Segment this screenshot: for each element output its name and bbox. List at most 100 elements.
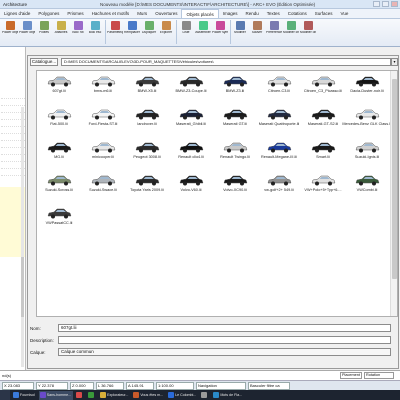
- vehicle-item[interactable]: Suzuki-Swace.lii: [81, 170, 125, 203]
- ribbon-button[interactable]: Assembler: [195, 19, 211, 45]
- command-prompt[interactable]: nd(s): [2, 373, 11, 378]
- ribbon-tab[interactable]: Murs: [133, 9, 151, 18]
- taskbar-item[interactable]: [200, 391, 210, 400]
- ribbon-button[interactable]: Liste: [178, 19, 194, 45]
- vehicle-item[interactable]: MG.lii: [37, 137, 81, 170]
- vehicle-item[interactable]: Maserati_Ghibli.lii: [169, 104, 213, 137]
- vehicle-grid-scrollbar[interactable]: [390, 71, 397, 316]
- vehicle-item[interactable]: minicooper.lii: [81, 137, 125, 170]
- catalog-path-field[interactable]: D:\MES DOCUMENTS\ARCALIB-EVO\3D-POUR_MAQ…: [61, 58, 391, 66]
- ribbon-button[interactable]: Dupliquer: [141, 19, 157, 45]
- name-field[interactable]: 607gt.lii: [58, 324, 391, 332]
- left-panel-scrollbar[interactable]: [21, 107, 24, 367]
- ribbon-tab[interactable]: Cotations: [284, 9, 311, 18]
- vehicle-item[interactable]: VWPassatCC.lii: [37, 203, 81, 236]
- vehicle-item[interactable]: landrover.lii: [125, 104, 169, 137]
- taskbar-item[interactable]: Sans-homme...: [38, 390, 74, 400]
- ribbon-tab[interactable]: Surfaces: [311, 9, 337, 18]
- ribbon-button-label: Dupliquer: [141, 31, 157, 34]
- close-icon[interactable]: [391, 1, 398, 7]
- vehicle-item[interactable]: bmw-m6.lii: [81, 71, 125, 104]
- vehicle-item[interactable]: Renault Twingo.lii: [213, 137, 257, 170]
- vehicle-item[interactable]: Suzuki-Scross.lii: [37, 170, 81, 203]
- ribbon-button[interactable]: Modifier objets 3d: [300, 19, 316, 45]
- vehicle-thumbnail-icon: [311, 142, 336, 153]
- vehicle-item[interactable]: Peugeot 3008.lii: [125, 137, 169, 170]
- layer-label: Calque:: [30, 350, 46, 355]
- ribbon-tab[interactable]: Images: [219, 9, 242, 18]
- vehicle-item[interactable]: Dacia-Duster-noir.lii: [345, 71, 389, 104]
- left-panel-row[interactable]: [1, 99, 25, 106]
- minimize-icon[interactable]: [373, 1, 380, 7]
- taskbar-item[interactable]: Le Colombi...: [167, 391, 198, 400]
- vehicle-item[interactable]: Suzuki-Ignis.lii: [345, 137, 389, 170]
- ribbon-button[interactable]: Placer objet 3d: [2, 19, 18, 45]
- placement-field[interactable]: Placement: [340, 372, 362, 379]
- ribbon-tab[interactable]: Vue: [337, 9, 353, 18]
- taskbar-item[interactable]: Fournisol: [12, 391, 37, 400]
- vehicle-item[interactable]: BMW-X5.lii: [125, 71, 169, 104]
- vehicle-item[interactable]: Renault clio4.lii: [169, 137, 213, 170]
- vehicle-item[interactable]: Smart.lii: [301, 137, 345, 170]
- ribbon-button[interactable]: Placer symbole: [212, 19, 228, 45]
- filter-toggle[interactable]: Basculer filtre ca: [248, 381, 290, 390]
- scrollbar-thumb[interactable]: [21, 257, 24, 317]
- vehicle-item[interactable]: VWCombi.lii: [345, 170, 389, 203]
- vehicle-item[interactable]: Toyota Yaris 2009.lii: [125, 170, 169, 203]
- ribbon-tab[interactable]: Lignes d'aide: [0, 9, 34, 18]
- description-field[interactable]: [58, 336, 391, 344]
- ribbon-button[interactable]: Bloc rot: [70, 19, 86, 45]
- left-panel-row[interactable]: [1, 92, 25, 99]
- vehicle-item[interactable]: Maserati GT.lii: [213, 104, 257, 137]
- vehicle-item[interactable]: Citroen_C3_Picasso.lii: [301, 71, 345, 104]
- ribbon-tab[interactable]: Objets placés: [181, 9, 219, 18]
- ribbon-tab[interactable]: Polygones: [34, 9, 63, 18]
- vehicle-item[interactable]: VW+Polo+5+Typ+6....: [301, 170, 345, 203]
- vehicle-item[interactable]: Volvo-V60.lii: [169, 170, 213, 203]
- vehicle-item[interactable]: Ford-Fiesta-ST.lii: [81, 104, 125, 137]
- ribbon-button[interactable]: Bloc esc: [87, 19, 103, 45]
- ribbon-button[interactable]: Modifier champs: [283, 19, 299, 45]
- taskbar-item[interactable]: [87, 391, 97, 400]
- taskbar-item[interactable]: Explorateur...: [99, 391, 130, 400]
- vehicle-item[interactable]: Volvo-XC90.lii: [213, 170, 257, 203]
- ribbon-tab[interactable]: Ouvertures: [151, 9, 181, 18]
- vehicle-filename: vw-golf+2+ 549.lii: [264, 188, 294, 192]
- ribbon-button[interactable]: Préférences: [266, 19, 282, 45]
- scale-select[interactable]: 1:100.00: [156, 381, 194, 390]
- ribbon-button[interactable]: Placer objet 2d: [19, 19, 35, 45]
- path-dropdown-icon[interactable]: ▾: [391, 58, 398, 66]
- ribbon-button[interactable]: Modifier: [232, 19, 248, 45]
- vehicle-item[interactable]: vw-golf+2+ 549.lii: [257, 170, 301, 203]
- scrollbar-thumb[interactable]: [392, 79, 397, 279]
- taskbar-item[interactable]: [75, 391, 85, 400]
- ribbon-button[interactable]: Paramétriques: [107, 19, 123, 45]
- vehicle-item[interactable]: Mercedes-Benz GLK Class.lii: [342, 104, 392, 137]
- vehicle-item[interactable]: Maserati-GT-S2.lii: [301, 104, 345, 137]
- ribbon-tab[interactable]: Rendu: [241, 9, 262, 18]
- taskbar-item[interactable]: Vous êtes m...: [132, 391, 165, 400]
- vehicle-item[interactable]: Maserati Quattroporte.lii: [257, 104, 301, 137]
- vehicle-item[interactable]: Renault-Megane-III.lii: [257, 137, 301, 170]
- vehicle-item[interactable]: BMW-Z3.lii: [213, 71, 257, 104]
- vehicle-item[interactable]: Fiat-500.lii: [37, 104, 81, 137]
- vehicle-item[interactable]: 607gt.lii: [37, 71, 81, 104]
- maximize-icon[interactable]: [382, 1, 389, 7]
- ribbon-button[interactable]: Pilotes: [36, 19, 52, 45]
- ribbon-button[interactable]: Remplacer: [124, 19, 140, 45]
- taskbar-item[interactable]: Mots de Fla...: [212, 391, 244, 400]
- vehicle-item[interactable]: Citroen-C3.lii: [257, 71, 301, 104]
- ribbon-button[interactable]: Attaches: [53, 19, 69, 45]
- layer-field[interactable]: Calque commun: [58, 348, 391, 356]
- rotation-field[interactable]: Rotation: [364, 372, 394, 379]
- start-button[interactable]: [0, 390, 10, 400]
- window-controls: [373, 1, 398, 7]
- ribbon-tab[interactable]: Prismes: [63, 9, 87, 18]
- catalog-button[interactable]: Catalogue...: [30, 58, 58, 66]
- ribbon-button[interactable]: Sauver: [249, 19, 265, 45]
- ribbon-tab[interactable]: Textes: [263, 9, 284, 18]
- mode-select[interactable]: Navigation: [196, 381, 246, 390]
- vehicle-item[interactable]: BMW-Z3-Coupe.lii: [169, 71, 213, 104]
- ribbon-button[interactable]: Explorer: [158, 19, 174, 45]
- ribbon-tab[interactable]: Hachures et motifs: [88, 9, 134, 18]
